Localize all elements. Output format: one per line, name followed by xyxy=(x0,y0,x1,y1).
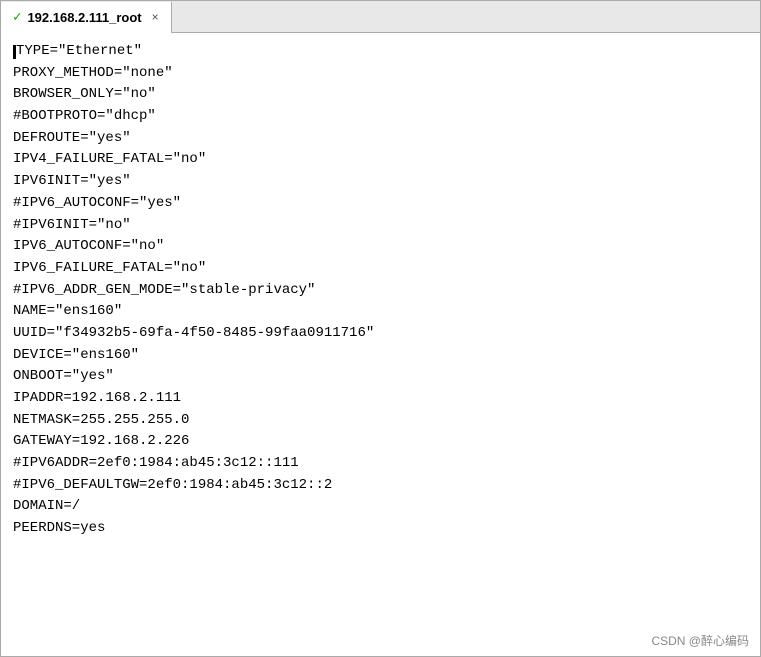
main-window: ✓ 192.168.2.111_root × TYPE="Ethernet" P… xyxy=(0,0,761,657)
code-line: #BOOTPROTO="dhcp" xyxy=(13,108,156,124)
code-line: IPV4_FAILURE_FATAL="no" xyxy=(13,151,206,167)
code-line: NETMASK=255.255.255.0 xyxy=(13,412,189,428)
code-line: IPV6_FAILURE_FATAL="no" xyxy=(13,260,206,276)
code-line: #IPV6_DEFAULTGW=2ef0:1984:ab45:3c12::2 xyxy=(13,477,332,493)
cursor xyxy=(13,43,16,59)
code-line: IPV6_AUTOCONF="no" xyxy=(13,238,164,254)
code-line: TYPE="Ethernet" xyxy=(13,43,142,59)
code-line: BROWSER_ONLY="no" xyxy=(13,86,156,102)
code-line: NAME="ens160" xyxy=(13,303,122,319)
tab-bar: ✓ 192.168.2.111_root × xyxy=(1,1,760,33)
code-line: IPADDR=192.168.2.111 xyxy=(13,390,181,406)
code-line: #IPV6INIT="no" xyxy=(13,217,131,233)
code-line: UUID="f34932b5-69fa-4f50-8485-99faa09117… xyxy=(13,325,374,341)
code-content[interactable]: TYPE="Ethernet" PROXY_METHOD="none" BROW… xyxy=(13,41,748,648)
code-line: ONBOOT="yes" xyxy=(13,368,114,384)
code-line: PEERDNS=yes xyxy=(13,520,105,536)
tab-close-button[interactable]: × xyxy=(152,10,159,24)
code-line: GATEWAY=192.168.2.226 xyxy=(13,433,189,449)
code-line: PROXY_METHOD="none" xyxy=(13,65,173,81)
tab-title: 192.168.2.111_root xyxy=(27,10,141,25)
content-area: TYPE="Ethernet" PROXY_METHOD="none" BROW… xyxy=(1,33,760,656)
code-line: #IPV6_ADDR_GEN_MODE="stable-privacy" xyxy=(13,282,315,298)
active-tab[interactable]: ✓ 192.168.2.111_root × xyxy=(1,2,172,34)
code-line: DEVICE="ens160" xyxy=(13,347,139,363)
watermark: CSDN @醉心编码 xyxy=(651,632,749,649)
code-line: DEFROUTE="yes" xyxy=(13,130,131,146)
code-line: #IPV6ADDR=2ef0:1984:ab45:3c12::111 xyxy=(13,455,299,471)
code-line: #IPV6_AUTOCONF="yes" xyxy=(13,195,181,211)
code-line: IPV6INIT="yes" xyxy=(13,173,131,189)
check-icon: ✓ xyxy=(13,9,21,26)
code-line: DOMAIN=/ xyxy=(13,498,80,514)
